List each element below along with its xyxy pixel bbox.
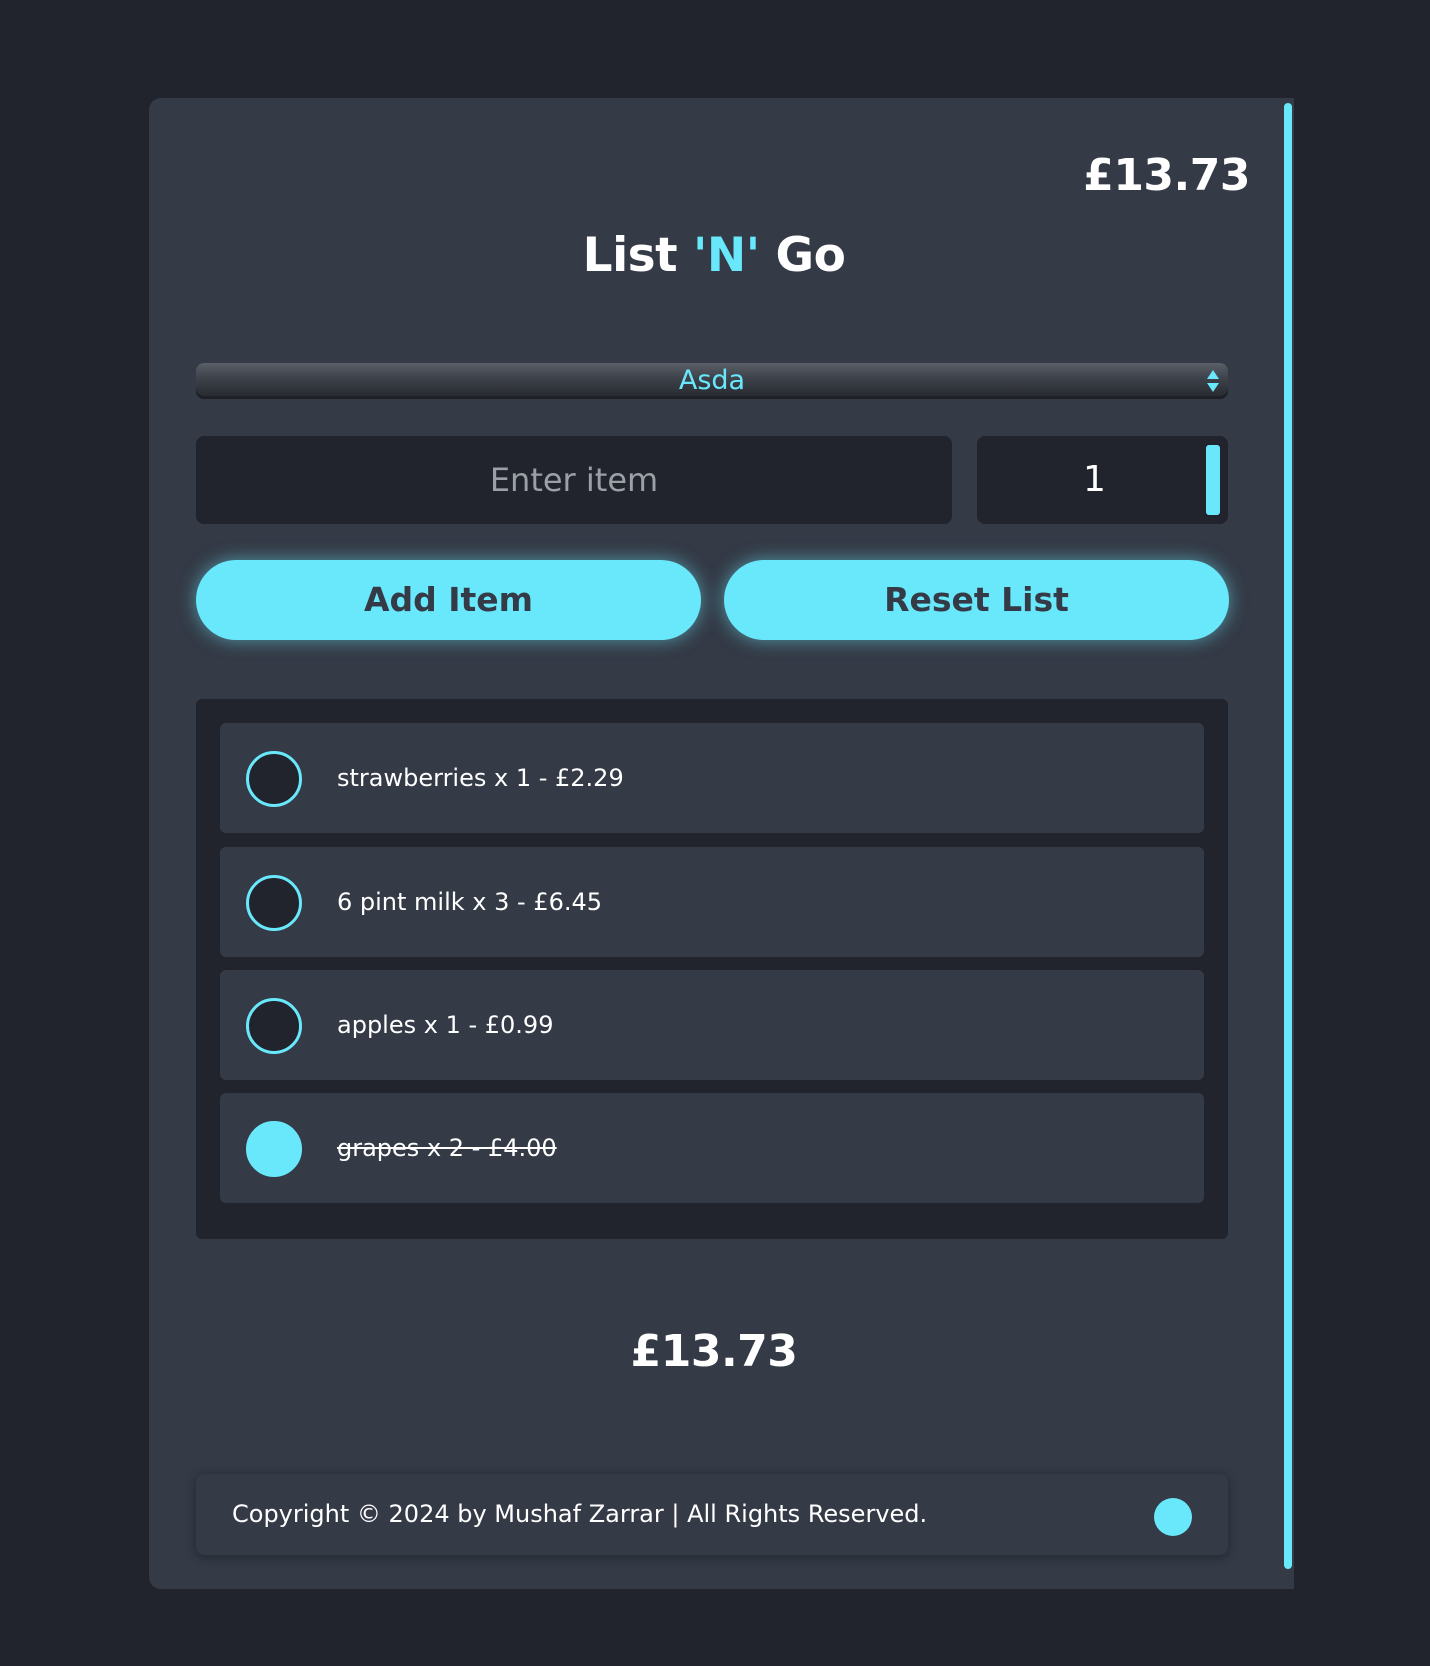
item-input[interactable]: Enter item <box>196 436 952 524</box>
shopping-list: strawberries x 1 - £2.29 6 pint milk x 3… <box>196 699 1228 1239</box>
quantity-spinner[interactable] <box>1206 445 1220 515</box>
check-circle-icon[interactable] <box>246 751 302 807</box>
title-text-end: Go <box>759 228 846 283</box>
list-item-text: 6 pint milk x 3 - £6.45 <box>337 888 603 916</box>
list-item[interactable]: apples x 1 - £0.99 <box>220 970 1204 1080</box>
copyright-text: Copyright © 2024 by Mushaf Zarrar | All … <box>232 1500 928 1528</box>
list-item-text: apples x 1 - £0.99 <box>337 1011 554 1039</box>
title-text-start: List <box>582 228 693 283</box>
header-total: £13.73 <box>1083 150 1250 201</box>
app-card: £13.73 List 'N' Go Asda Enter item 1 Add… <box>149 98 1294 1589</box>
store-select[interactable]: Asda <box>196 363 1228 399</box>
footer: Copyright © 2024 by Mushaf Zarrar | All … <box>196 1474 1228 1555</box>
list-item-text: grapes x 2 - £4.00 <box>337 1134 557 1162</box>
page-title: List 'N' Go <box>149 228 1279 283</box>
list-item-text: strawberries x 1 - £2.29 <box>337 764 624 792</box>
theme-toggle-button[interactable] <box>1154 1498 1192 1536</box>
list-item[interactable]: 6 pint milk x 3 - £6.45 <box>220 847 1204 957</box>
scrollbar[interactable] <box>1282 98 1294 1589</box>
list-item[interactable]: grapes x 2 - £4.00 <box>220 1093 1204 1203</box>
add-item-button[interactable]: Add Item <box>196 560 701 640</box>
check-circle-icon[interactable] <box>246 875 302 931</box>
select-arrows-icon <box>1207 370 1219 392</box>
reset-list-button[interactable]: Reset List <box>724 560 1229 640</box>
check-circle-icon[interactable] <box>246 998 302 1054</box>
title-accent: 'N' <box>693 228 760 283</box>
list-item[interactable]: strawberries x 1 - £2.29 <box>220 723 1204 833</box>
scrollbar-thumb[interactable] <box>1284 103 1292 1569</box>
quantity-input[interactable]: 1 <box>977 436 1228 524</box>
list-total: £13.73 <box>630 1326 798 1377</box>
quantity-value: 1 <box>1083 459 1106 500</box>
check-circle-checked-icon[interactable] <box>246 1121 302 1177</box>
store-select-value: Asda <box>678 365 746 396</box>
